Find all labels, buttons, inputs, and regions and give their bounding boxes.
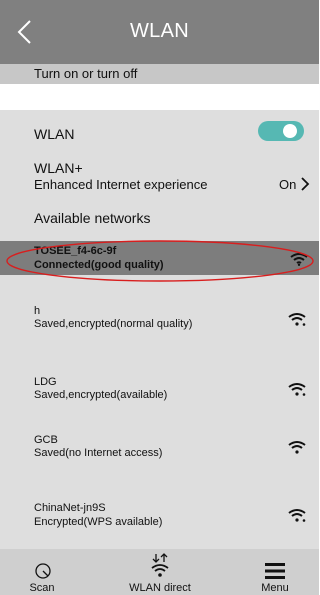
network-name: ChinaNet-jn9S xyxy=(34,502,106,514)
wifi-signal-icon xyxy=(288,509,306,522)
scan-icon xyxy=(35,563,51,579)
wlan-plus-value: On xyxy=(279,177,297,192)
wlan-toggle-label: WLAN xyxy=(34,126,75,142)
network-status: Encrypted(WPS available) xyxy=(34,516,163,528)
network-name: LDG xyxy=(34,376,57,388)
menu-label: Menu xyxy=(261,582,289,594)
wlan-plus-subtitle[interactable]: Enhanced Internet experience xyxy=(34,177,207,192)
page-title: WLAN xyxy=(130,20,189,42)
hint-text: Turn on or turn off xyxy=(34,66,138,81)
network-name: h xyxy=(34,305,41,317)
network-status: Saved,encrypted(available) xyxy=(34,389,168,401)
wifi-signal-icon xyxy=(288,441,306,454)
wlan-toggle-switch[interactable] xyxy=(258,121,304,141)
menu-icon xyxy=(265,563,285,579)
wlan-direct-label: WLAN direct xyxy=(129,582,191,594)
wlan-plus-title: WLAN+ xyxy=(34,160,83,176)
toggle-knob xyxy=(283,124,297,138)
network-status: Saved,encrypted(normal quality) xyxy=(34,318,193,330)
wlan-direct-icon xyxy=(151,553,169,577)
highlight-oval xyxy=(6,240,314,282)
wifi-signal-icon xyxy=(288,383,306,396)
network-status: Saved(no Internet access) xyxy=(34,447,163,459)
scan-label: Scan xyxy=(29,582,55,594)
wifi-signal-icon xyxy=(288,313,306,326)
chevron-right-icon[interactable] xyxy=(299,176,311,192)
available-networks-heading: Available networks xyxy=(34,210,151,226)
network-name: GCB xyxy=(34,434,58,446)
